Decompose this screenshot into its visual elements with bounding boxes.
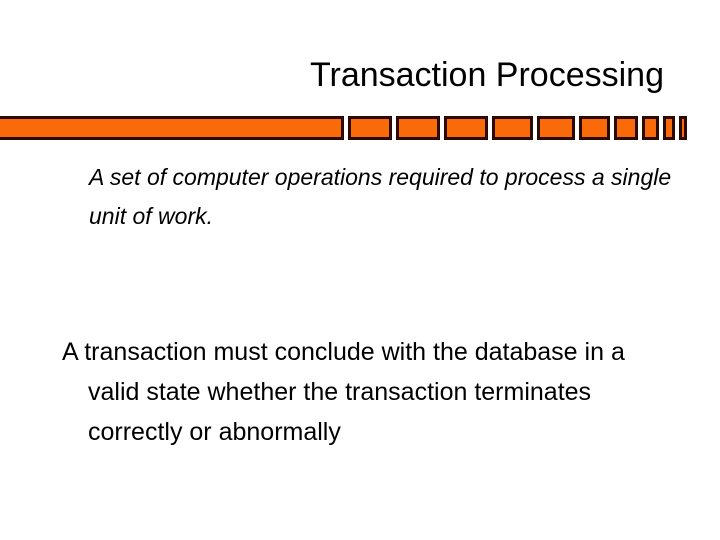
segmented-orange-rule	[0, 116, 687, 140]
requirement-paragraph: A transaction must conclude with the dat…	[62, 338, 625, 446]
slide-body: A set of computer operations required to…	[0, 158, 720, 452]
rule-segment	[579, 116, 610, 140]
rule-segment	[614, 116, 638, 140]
rule-segment	[663, 116, 675, 140]
definition-paragraph: A set of computer operations required to…	[89, 164, 672, 229]
rule-segment	[396, 116, 440, 140]
rule-segment	[642, 116, 659, 140]
rule-segment	[492, 116, 533, 140]
rule-segment	[0, 116, 344, 140]
slide-canvas: Transaction Processing A set of computer…	[0, 0, 720, 540]
title-block: Transaction Processing	[30, 54, 664, 96]
rule-segment	[444, 116, 488, 140]
rule-segment	[537, 116, 575, 140]
rule-segment	[679, 116, 687, 140]
page-title: Transaction Processing	[309, 56, 664, 94]
rule-segment	[348, 116, 392, 140]
